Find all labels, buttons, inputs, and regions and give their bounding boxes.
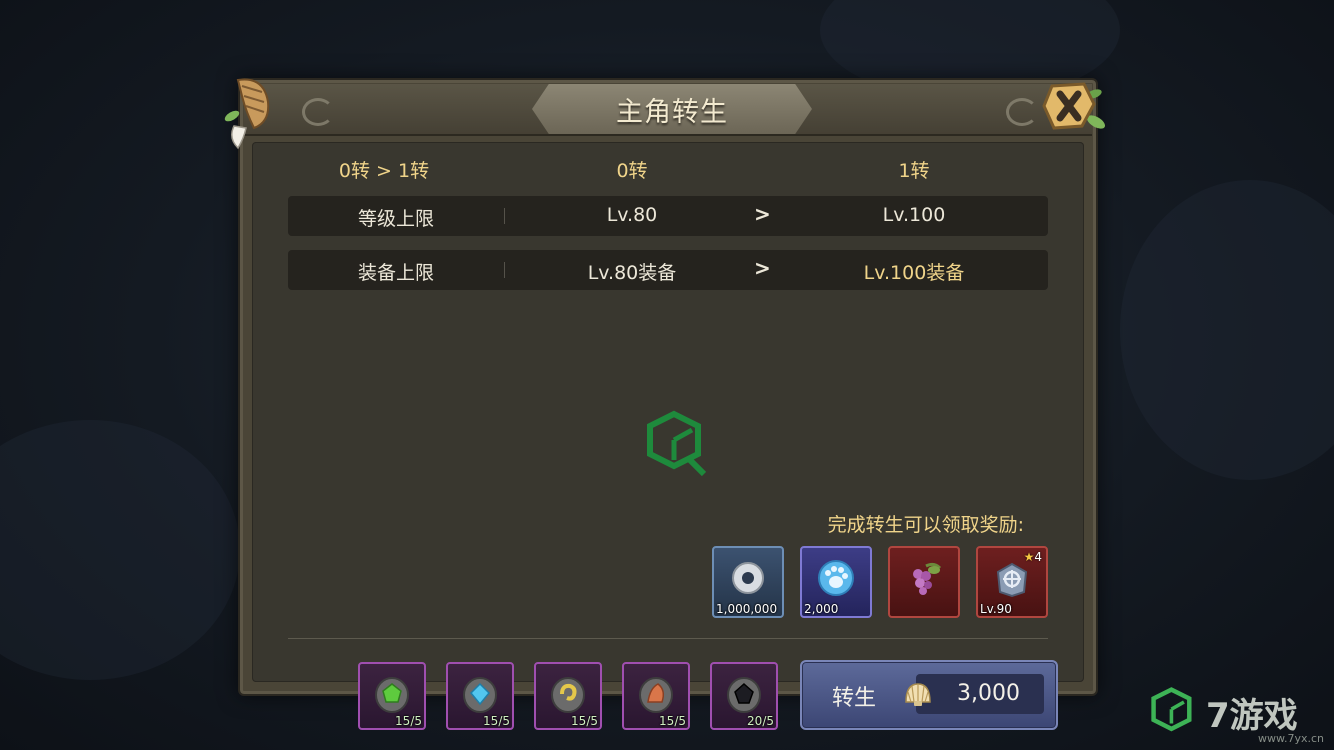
shell-icon xyxy=(905,683,931,706)
leaf-ornament-icon xyxy=(224,78,270,150)
watermark-brand: 7游戏 xyxy=(1206,696,1298,736)
arrow-right-icon: > xyxy=(754,256,771,280)
black-stone-icon xyxy=(727,677,761,713)
material-slot[interactable]: 15/5 xyxy=(622,662,690,730)
rebirth-cost: 3,000 xyxy=(905,674,1044,714)
watermark-url: www.7yx.cn xyxy=(1258,732,1325,745)
row-next-value: Lv.100装备 xyxy=(863,262,965,284)
divider xyxy=(288,638,1048,639)
reward-slot[interactable]: ★4 Lv.90 xyxy=(976,546,1048,618)
background-rock xyxy=(1120,180,1334,480)
dialog-titlebar: 主角转生 xyxy=(244,84,1092,136)
star-count: 4 xyxy=(1034,550,1042,564)
row-current-value: Lv.80装备 xyxy=(587,262,677,284)
reward-quantity: 2,000 xyxy=(804,602,839,616)
rebirth-dialog: 主角转生 0转 > 1转 0转 1转 等级上限 Lv.80 > Lv.100 装… xyxy=(238,78,1098,730)
dialog-title: 主角转生 xyxy=(616,97,728,128)
reward-quantity: 1,000,000 xyxy=(716,602,778,616)
equipment-armor-icon xyxy=(996,562,1028,598)
material-slot[interactable]: 20/5 xyxy=(710,662,778,730)
material-quantity: 15/5 xyxy=(483,714,510,728)
next-rebirth: 1转 xyxy=(898,160,930,182)
material-slot[interactable]: 15/5 xyxy=(358,662,426,730)
watermark-logo-icon xyxy=(647,410,707,477)
reward-heading: 完成转生可以领取奖励: xyxy=(827,514,1024,536)
current-rebirth: 0转 xyxy=(616,160,648,182)
yellow-stone-icon xyxy=(551,677,585,713)
row-label: 装备上限 xyxy=(357,262,434,284)
site-watermark: 7游戏 www.7yx.cn xyxy=(1150,686,1330,750)
swirl-ornament-icon xyxy=(1006,98,1038,126)
equipment-cap-row: 装备上限 Lv.80装备 > Lv.100装备 xyxy=(288,250,1048,290)
rebirth-button[interactable]: 转生 3,000 xyxy=(800,660,1058,730)
reward-slot[interactable]: 1,000,000 xyxy=(712,546,784,618)
material-slot[interactable]: 15/5 xyxy=(534,662,602,730)
rebirth-transition: 0转 > 1转 xyxy=(338,160,430,182)
swirl-ornament-icon xyxy=(302,98,334,126)
background-rock xyxy=(0,420,240,680)
arrow-right-icon: > xyxy=(754,202,771,226)
reward-slot[interactable]: 2,000 xyxy=(800,546,872,618)
material-quantity: 15/5 xyxy=(395,714,422,728)
row-next-value: Lv.100 xyxy=(882,204,946,226)
silver-ring-icon xyxy=(732,562,764,594)
material-slot[interactable]: 15/5 xyxy=(446,662,514,730)
material-quantity: 15/5 xyxy=(659,714,686,728)
paw-orb-icon xyxy=(818,560,854,596)
reward-slot[interactable] xyxy=(888,546,960,618)
close-button[interactable] xyxy=(1038,74,1108,136)
green-stone-icon xyxy=(375,677,409,713)
level-cap-row: 等级上限 Lv.80 > Lv.100 xyxy=(288,196,1048,236)
orange-stone-icon xyxy=(639,677,673,713)
row-label: 等级上限 xyxy=(357,208,434,230)
watermark-logo-icon xyxy=(1151,687,1192,732)
blue-stone-icon xyxy=(463,677,497,713)
rebirth-cost-value: 3,000 xyxy=(957,681,1020,706)
material-quantity: 20/5 xyxy=(747,714,774,728)
title-plate: 主角转生 xyxy=(532,84,812,134)
reward-quantity: Lv.90 xyxy=(980,602,1012,616)
row-current-value: Lv.80 xyxy=(606,204,658,226)
dialog-body: 0转 > 1转 0转 1转 等级上限 Lv.80 > Lv.100 装备上限 L… xyxy=(252,142,1084,730)
material-quantity: 15/5 xyxy=(571,714,598,728)
rebirth-button-label: 转生 xyxy=(832,686,877,711)
grape-fruit-icon xyxy=(913,562,942,595)
